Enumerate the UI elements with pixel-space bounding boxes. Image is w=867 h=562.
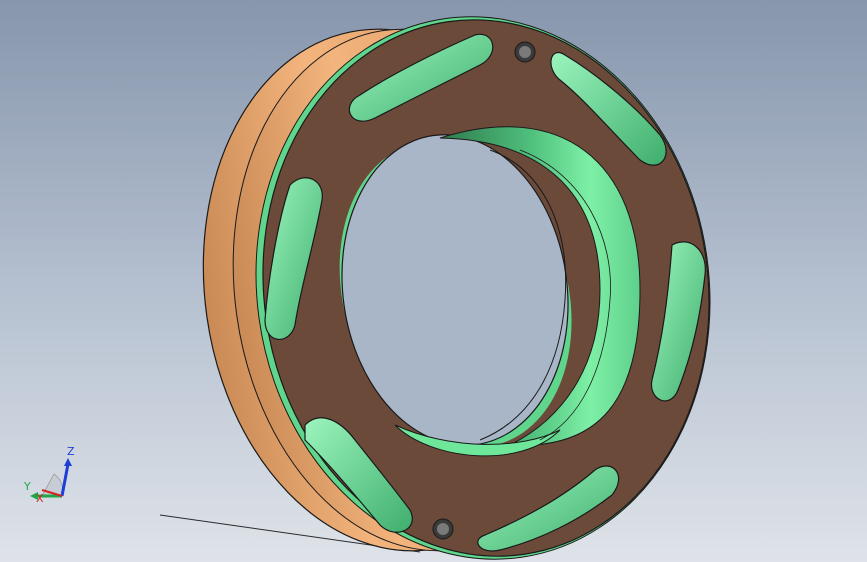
model-canvas[interactable]: Z Y X: [0, 0, 867, 562]
3d-viewport[interactable]: Z Y X: [0, 0, 867, 562]
triad-y-label: Y: [23, 480, 31, 493]
coordinate-triad[interactable]: Z Y X: [23, 445, 75, 505]
z-axis-icon: [60, 463, 70, 497]
triad-x-label: X: [36, 492, 44, 505]
triad-z-label: Z: [67, 445, 75, 458]
